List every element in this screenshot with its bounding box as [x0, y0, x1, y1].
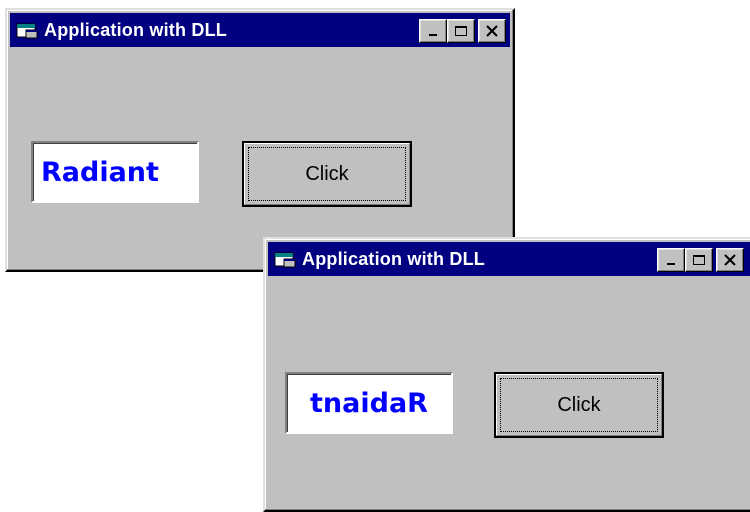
- minimize-button[interactable]: [419, 19, 447, 43]
- title-bar[interactable]: Application with DLL: [10, 13, 510, 47]
- minimize-icon: [429, 34, 437, 36]
- app-icon: [274, 252, 296, 268]
- app-window-1: Application with DLL Radiant Click: [5, 8, 515, 272]
- maximize-icon: [455, 26, 467, 36]
- maximize-button[interactable]: [685, 248, 713, 272]
- maximize-button[interactable]: [447, 19, 475, 43]
- app-window-2: Application with DLL tnaidaR Click: [263, 237, 750, 512]
- window-title: Application with DLL: [302, 248, 485, 269]
- close-icon: [486, 25, 498, 37]
- close-button[interactable]: [478, 19, 506, 43]
- text-input[interactable]: tnaidaR: [285, 372, 453, 434]
- window-title: Application with DLL: [44, 19, 227, 40]
- title-bar[interactable]: Application with DLL: [268, 242, 750, 276]
- minimize-icon: [667, 263, 675, 265]
- caption-buttons: [419, 19, 506, 43]
- text-input[interactable]: Radiant: [31, 141, 199, 203]
- focus-rect: [248, 147, 406, 201]
- app-icon: [16, 23, 38, 39]
- click-button[interactable]: Click: [494, 372, 664, 438]
- minimize-button[interactable]: [657, 248, 685, 272]
- close-icon: [724, 254, 736, 266]
- close-button[interactable]: [716, 248, 744, 272]
- maximize-icon: [693, 255, 705, 265]
- caption-buttons: [657, 248, 744, 272]
- click-button[interactable]: Click: [242, 141, 412, 207]
- focus-rect: [500, 378, 658, 432]
